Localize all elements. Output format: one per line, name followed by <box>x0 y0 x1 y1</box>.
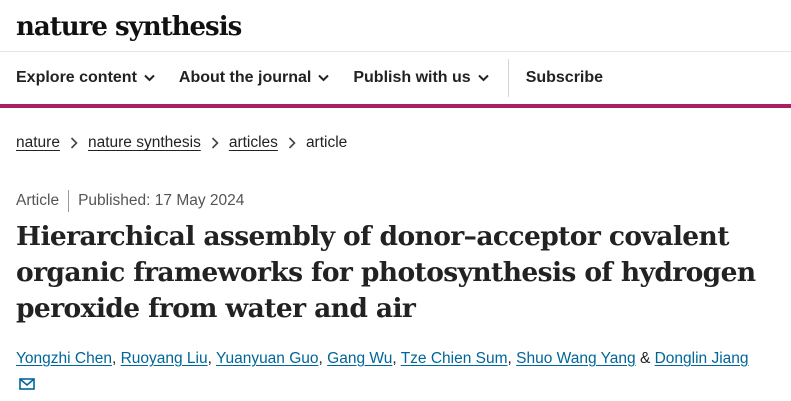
breadcrumb-nature[interactable]: nature <box>16 134 60 152</box>
published-date: Published: 17 May 2024 <box>78 192 245 209</box>
nav-item-label: Publish with us <box>353 69 471 86</box>
author-link[interactable]: Ruoyang Liu <box>121 350 208 367</box>
subscribe-label: Subscribe <box>525 69 604 86</box>
nav-divider <box>507 59 509 97</box>
masthead: nature synthesis <box>0 0 791 52</box>
chevron-down-icon <box>144 74 155 82</box>
author-separator-last: & <box>635 350 655 367</box>
breadcrumb-nature-synthesis[interactable]: nature synthesis <box>88 134 201 152</box>
author-separator: , <box>207 350 216 367</box>
breadcrumb: nature nature synthesis articles article <box>16 134 347 152</box>
chevron-right-icon <box>211 137 219 149</box>
author-separator: , <box>507 350 517 367</box>
author-list: Yongzhi Chen, Ruoyang Liu, Yuanyuan Guo,… <box>16 348 786 370</box>
article-meta: Article Published: 17 May 2024 <box>16 190 244 212</box>
author-link[interactable]: Gang Wu <box>327 350 392 367</box>
chevron-down-icon <box>477 74 489 82</box>
author-separator: , <box>111 350 121 367</box>
mail-icon[interactable] <box>19 377 35 391</box>
author-link[interactable]: Yuanyuan Guo <box>216 350 319 367</box>
nav-about-journal[interactable]: About the journal <box>178 69 330 87</box>
author-link[interactable]: Yongzhi Chen <box>16 350 112 367</box>
nav-explore-content[interactable]: Explore content <box>16 69 155 87</box>
author-separator: , <box>392 350 401 367</box>
page: nature synthesis Explore content About t… <box>0 0 791 401</box>
author-link[interactable]: Donglin Jiang <box>655 350 749 367</box>
article-title: Hierarchical assembly of donor–acceptor … <box>16 221 756 324</box>
site-header: nature synthesis Explore content About t… <box>0 0 791 108</box>
chevron-right-icon <box>288 137 296 149</box>
author-separator: , <box>318 350 328 367</box>
journal-logo[interactable]: nature synthesis <box>16 12 242 40</box>
nav-item-label: Explore content <box>16 69 137 86</box>
meta-divider <box>68 190 70 212</box>
author-link[interactable]: Shuo Wang Yang <box>516 350 636 367</box>
article-type: Article <box>16 192 60 209</box>
chevron-right-icon <box>70 137 78 149</box>
nav-subscribe[interactable]: Subscribe <box>526 69 603 87</box>
nav-publish-with-us[interactable]: Publish with us <box>353 69 489 87</box>
author-link[interactable]: Tze Chien Sum <box>401 350 508 367</box>
breadcrumb-current: article <box>305 134 348 151</box>
chevron-down-icon <box>318 74 330 82</box>
main-nav: Explore content About the journal Publis… <box>0 52 791 108</box>
nav-item-label: About the journal <box>178 69 312 86</box>
breadcrumb-articles[interactable]: articles <box>229 134 278 152</box>
